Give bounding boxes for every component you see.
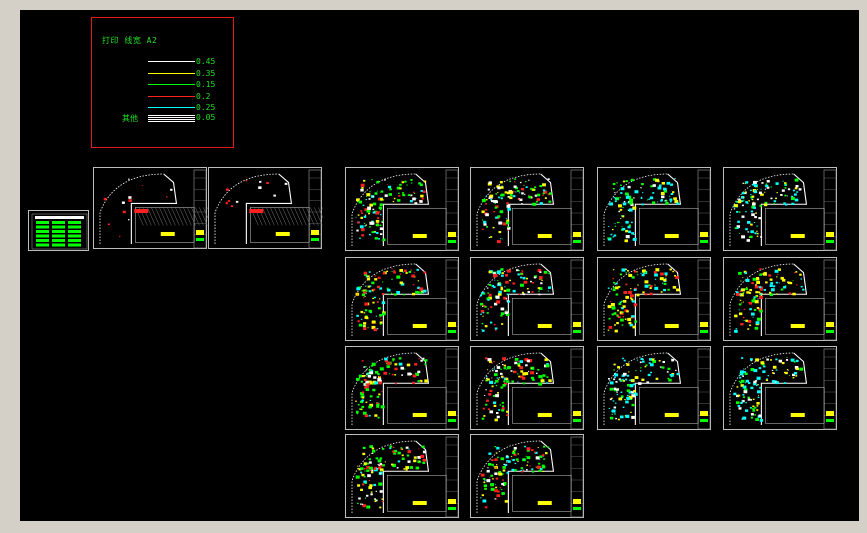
legend-row: 0.15 xyxy=(92,80,235,94)
drawing-sheet[interactable] xyxy=(345,257,459,341)
legend-value: 0.15 xyxy=(196,80,216,89)
floor-plan-drawing xyxy=(603,259,711,341)
drawing-sheet[interactable] xyxy=(470,257,584,341)
floor-plan-drawing xyxy=(351,348,459,430)
floor-plan-drawing xyxy=(476,348,584,430)
drawing-sheet[interactable] xyxy=(597,167,711,251)
legend-line-red xyxy=(148,96,195,97)
legend-line-cyan xyxy=(148,107,195,108)
floor-plan-drawing xyxy=(351,259,459,341)
floor-plan-drawing xyxy=(729,259,837,341)
floor-plan-drawing xyxy=(99,169,208,249)
floor-plan-drawing xyxy=(351,169,459,251)
drawing-sheet[interactable] xyxy=(470,167,584,251)
drawing-sheet[interactable] xyxy=(597,257,711,341)
drawing-sheet[interactable] xyxy=(597,346,711,430)
floor-plan-drawing xyxy=(476,259,584,341)
line-weight-legend: 打印 线宽 A2 0.45 0.35 0.15 0.2 0.25 其他 0.05 xyxy=(91,17,234,148)
floor-plan-drawing xyxy=(603,169,711,251)
drawing-sheet[interactable] xyxy=(470,346,584,430)
legend-value: 0.35 xyxy=(196,69,216,78)
drawing-sheet[interactable] xyxy=(470,434,584,518)
drawing-sheet[interactable] xyxy=(723,167,837,251)
legend-value: 0.45 xyxy=(196,57,216,66)
drawing-sheet[interactable] xyxy=(208,167,323,249)
schedule-sheet[interactable] xyxy=(28,210,89,251)
legend-hatch-sample xyxy=(148,115,195,122)
floor-plan-drawing xyxy=(214,169,323,249)
legend-line-white xyxy=(148,61,195,62)
floor-plan-drawing xyxy=(476,169,584,251)
legend-label: 其他 xyxy=(122,114,138,123)
legend-value: 0.05 xyxy=(196,113,216,122)
floor-plan-drawing xyxy=(603,348,711,430)
legend-line-green xyxy=(148,84,195,85)
legend-value: 0.25 xyxy=(196,103,216,112)
drawing-sheet[interactable] xyxy=(345,167,459,251)
floor-plan-drawing xyxy=(476,436,584,518)
legend-value: 0.2 xyxy=(196,92,211,101)
legend-row: 其他 0.05 xyxy=(92,113,235,127)
legend-line-yellow xyxy=(148,73,195,74)
drawing-sheet[interactable] xyxy=(345,434,459,518)
legend-title: 打印 线宽 A2 xyxy=(102,36,158,45)
floor-plan-drawing xyxy=(729,348,837,430)
drawing-sheet[interactable] xyxy=(723,346,837,430)
floor-plan-drawing xyxy=(351,436,459,518)
drawing-sheet[interactable] xyxy=(93,167,208,249)
drawing-sheet[interactable] xyxy=(723,257,837,341)
drawing-sheet[interactable] xyxy=(345,346,459,430)
cad-model-space[interactable]: 打印 线宽 A2 0.45 0.35 0.15 0.2 0.25 其他 0.05 xyxy=(20,10,859,521)
floor-plan-drawing xyxy=(729,169,837,251)
